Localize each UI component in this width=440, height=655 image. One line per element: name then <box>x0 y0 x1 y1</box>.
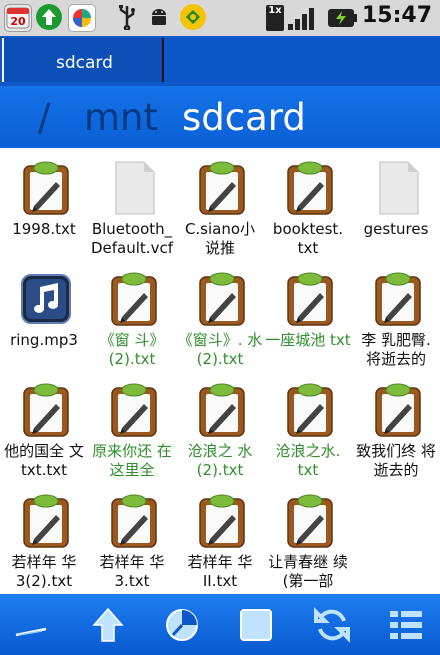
text-file-icon <box>287 383 333 437</box>
android-glyph <box>152 9 166 25</box>
path-root-separator[interactable]: / <box>38 96 50 139</box>
file-name-label: 1998.txt <box>12 220 76 238</box>
select-icon <box>240 609 272 641</box>
file-item[interactable]: 致我们终 将逝去的 <box>352 372 440 483</box>
file-item[interactable]: ring.mp3 <box>0 261 88 372</box>
android-debug-icon <box>146 4 172 30</box>
usb-icon <box>114 4 140 30</box>
menu-list-icon <box>390 611 422 639</box>
clock-button[interactable] <box>160 603 204 647</box>
network-indicator: 1x <box>266 0 358 36</box>
tab-label: sdcard <box>56 53 113 73</box>
file-item[interactable]: 《窗斗》. 水(2).txt <box>176 261 264 372</box>
document-file-icon <box>379 161 419 215</box>
select-button[interactable] <box>234 603 278 647</box>
download-app-glyph <box>186 10 200 24</box>
edit-button[interactable] <box>10 603 54 647</box>
text-file-icon <box>111 272 157 326</box>
usb-glyph <box>119 5 135 30</box>
music-file-icon <box>21 274 71 324</box>
file-name-label: ring.mp3 <box>10 331 78 349</box>
google-app-icon <box>68 4 96 32</box>
file-item[interactable]: 1998.txt <box>0 150 88 261</box>
text-file-icon <box>23 494 69 548</box>
upload-arrow-icon <box>36 4 62 30</box>
file-item[interactable]: 原来你还 在这里全 <box>88 372 176 483</box>
path-segment-mnt[interactable]: mnt <box>84 96 158 139</box>
file-item[interactable]: 若样年 华II.txt <box>176 483 264 594</box>
text-file-icon <box>199 383 245 437</box>
file-name-label: 若样年 华3(2).txt <box>11 553 77 590</box>
file-name-label: booktest. txt <box>272 220 344 257</box>
file-name-label: 一座城池 txt <box>265 331 351 349</box>
path-segment-current[interactable]: sdcard <box>182 96 306 139</box>
file-name-label: 原来你还 在这里全 <box>92 442 172 479</box>
clock-icon <box>166 609 198 641</box>
up-folder-button[interactable] <box>86 603 130 647</box>
file-name-label: 沧浪之水. txt <box>275 442 341 479</box>
refresh-button[interactable] <box>310 603 354 647</box>
file-item[interactable]: 沧浪之水. txt <box>264 372 352 483</box>
google-app-glyph <box>73 9 91 27</box>
file-name-label: 若样年 华3.txt <box>99 553 165 590</box>
file-item[interactable]: C.siano小 说推 <box>176 150 264 261</box>
file-item[interactable]: 若样年 华3.txt <box>88 483 176 594</box>
status-bar: 20 1x 15:47 <box>0 0 440 36</box>
text-file-icon <box>23 161 69 215</box>
menu-list-button[interactable] <box>384 603 428 647</box>
path-breadcrumb: / mnt sdcard <box>0 86 440 148</box>
file-item[interactable]: booktest. txt <box>264 150 352 261</box>
file-item[interactable]: 一座城池 txt <box>264 261 352 372</box>
text-file-icon <box>287 161 333 215</box>
file-item[interactable]: 《窗 斗》(2).txt <box>88 261 176 372</box>
file-item[interactable]: gestures <box>352 150 440 261</box>
file-name-label: 李 乳肥臀. 将逝去的 <box>361 331 431 368</box>
up-folder-icon <box>92 607 124 642</box>
clock: 15:47 <box>361 3 432 28</box>
text-file-icon <box>199 161 245 215</box>
calendar-20-icon: 20 <box>4 4 32 32</box>
download-app-icon <box>180 4 206 30</box>
battery-icon <box>328 9 357 27</box>
calendar-glyph: 20 <box>6 7 30 29</box>
file-item[interactable]: Bluetooth_ Default.vcf <box>88 150 176 261</box>
upload-arrow-glyph <box>42 9 56 25</box>
file-item[interactable]: 沧浪之 水(2).txt <box>176 372 264 483</box>
tab-sdcard[interactable]: sdcard <box>2 38 164 82</box>
text-file-icon <box>111 383 157 437</box>
text-file-icon <box>111 494 157 548</box>
text-file-icon <box>287 494 333 548</box>
file-item[interactable]: 让青春继 续(第一部 <box>264 483 352 594</box>
refresh-icon <box>314 607 350 643</box>
text-file-icon <box>23 383 69 437</box>
file-grid: 1998.txt Bluetooth_ Default.vcf C.siano小 说… <box>0 150 440 594</box>
file-item[interactable]: 李 乳肥臀. 将逝去的 <box>352 261 440 372</box>
file-item[interactable]: 他的国全 文txt.txt <box>0 372 88 483</box>
file-name-label: 《窗 斗》(2).txt <box>99 331 165 368</box>
text-file-icon <box>199 494 245 548</box>
file-name-label: 沧浪之 水(2).txt <box>187 442 253 479</box>
text-file-icon <box>375 383 421 437</box>
file-name-label: 若样年 华II.txt <box>187 553 253 590</box>
signal-strength-icon <box>288 8 314 30</box>
calendar-day: 20 <box>10 15 26 28</box>
file-item[interactable]: 若样年 华3(2).txt <box>0 483 88 594</box>
text-file-icon <box>287 272 333 326</box>
text-file-icon <box>375 272 421 326</box>
file-name-label: C.siano小 说推 <box>184 220 256 257</box>
file-name-label: 《窗斗》. 水(2).txt <box>177 331 263 368</box>
tab-strip: sdcard <box>0 36 440 86</box>
network-type-badge: 1x <box>266 5 284 31</box>
bottom-toolbar <box>0 594 440 655</box>
file-name-label: gestures <box>363 220 429 238</box>
file-name-label: 让青春继 续(第一部 <box>268 553 348 590</box>
file-name-label: Bluetooth_ Default.vcf <box>91 220 173 257</box>
document-file-icon <box>115 161 155 215</box>
file-name-label: 致我们终 将逝去的 <box>356 442 436 479</box>
file-name-label: 他的国全 文txt.txt <box>4 442 84 479</box>
text-file-icon <box>199 272 245 326</box>
edit-icon <box>15 627 47 637</box>
